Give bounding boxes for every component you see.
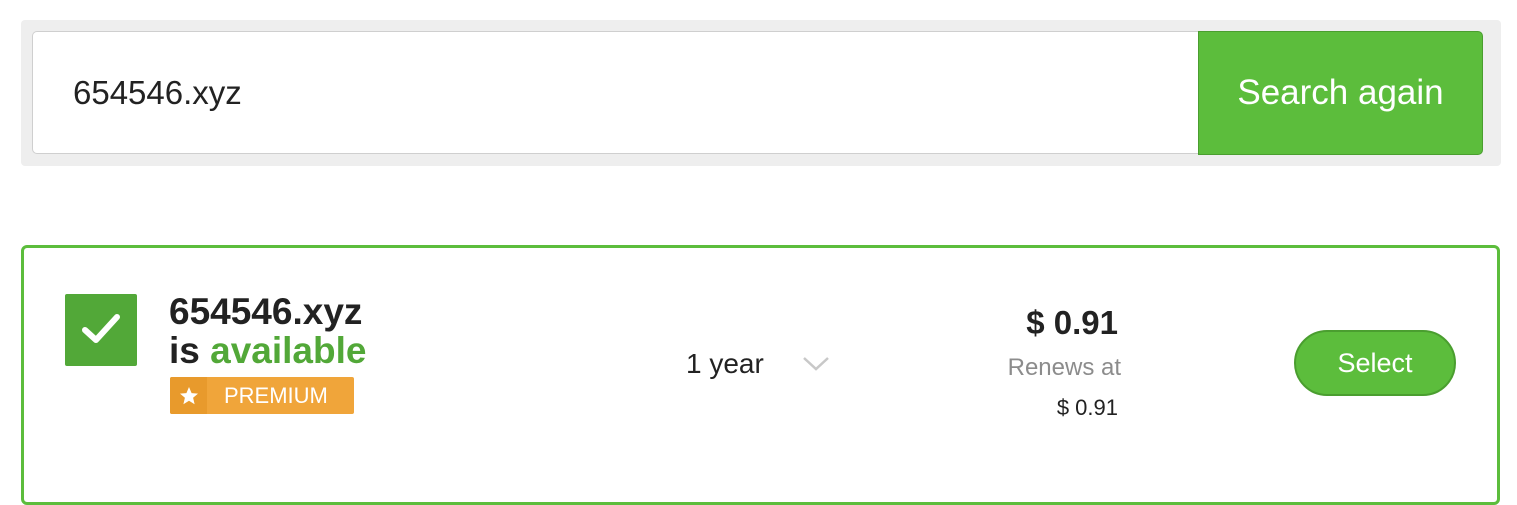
checkmark-icon (65, 294, 137, 366)
renews-label: Renews at (1007, 354, 1121, 381)
status-prefix: is (169, 330, 200, 371)
premium-label: PREMIUM (224, 383, 328, 408)
star-icon (170, 377, 207, 414)
domain-search-input[interactable] (32, 31, 1199, 154)
availability-status: is available (169, 331, 366, 371)
term-value: 1 year (686, 348, 764, 379)
renews-price: $ 0.91 (1056, 395, 1118, 420)
domain-result-card: 654546.xyz is available PREMIUM 1 year $… (21, 245, 1500, 505)
domain-search-bar: Search again (21, 20, 1501, 166)
status-word: available (210, 330, 367, 371)
chevron-down-icon (803, 357, 829, 371)
price: $ 0.91 (1026, 304, 1118, 341)
term-dropdown[interactable]: 1 year (684, 340, 834, 388)
premium-badge: PREMIUM (170, 377, 354, 414)
result-domain-name: 654546.xyz (169, 291, 363, 332)
select-button[interactable]: Select (1294, 330, 1456, 396)
search-again-button[interactable]: Search again (1198, 31, 1483, 155)
